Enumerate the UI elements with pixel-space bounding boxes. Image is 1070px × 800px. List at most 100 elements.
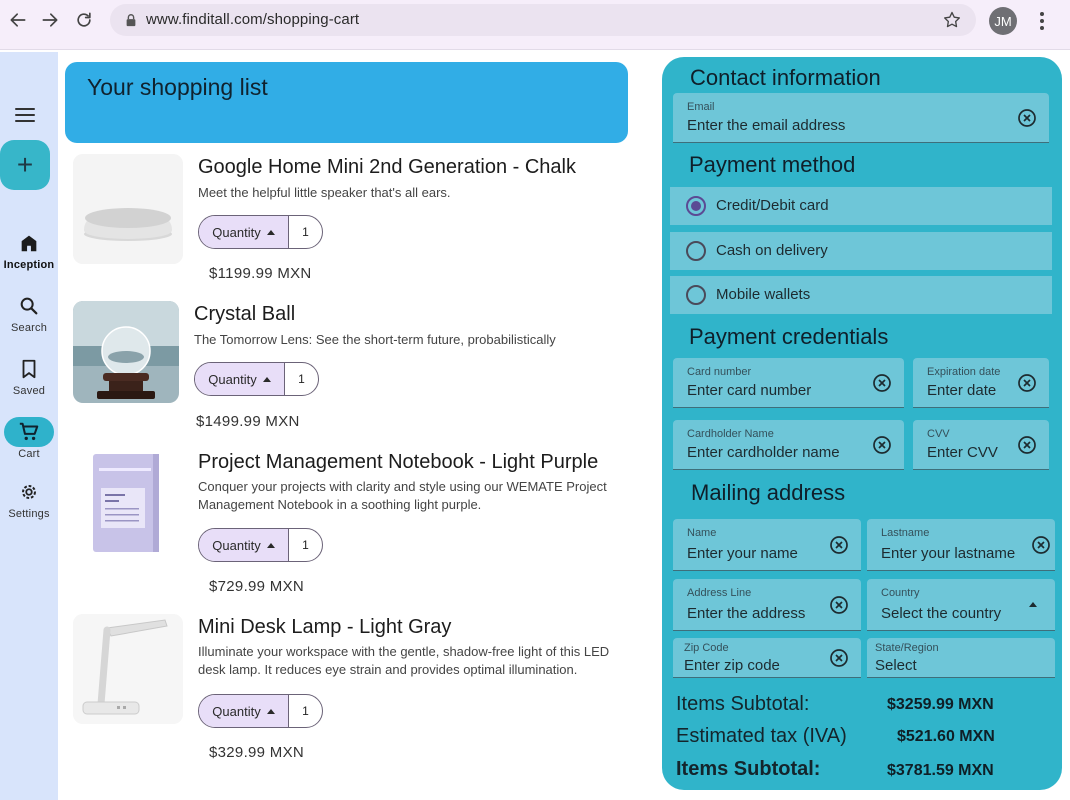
product-description: The Tomorrow Lens: See the short-term fu… (194, 332, 556, 347)
estimated-tax-value: $521.60 MXN (897, 728, 995, 745)
quantity-label: Quantity (208, 371, 257, 387)
country-label: Country (881, 587, 920, 599)
cardholder-name-label: Cardholder Name (687, 428, 774, 440)
card-number-placeholder: Enter card number (687, 382, 812, 399)
cvv-label: CVV (927, 428, 950, 440)
product-description: Illuminate your workspace with the gentl… (198, 644, 610, 677)
cardholder-name-field[interactable]: Cardholder Name Enter cardholder name (673, 420, 904, 470)
quantity-dropdown-button[interactable]: Quantity (195, 363, 285, 395)
card-number-label: Card number (687, 366, 752, 378)
clear-icon[interactable] (829, 648, 849, 668)
add-fab-button[interactable]: + (0, 140, 50, 190)
gear-icon (4, 477, 54, 507)
contact-information-title: Contact information (690, 65, 881, 90)
product-name[interactable]: Mini Desk Lamp - Light Gray (198, 616, 451, 639)
product-image-notebook[interactable] (73, 448, 183, 558)
items-subtotal-value: $3259.99 MXN (887, 696, 994, 713)
page-title: Your shopping list (87, 74, 268, 100)
menu-icon[interactable] (15, 108, 35, 122)
radio-button[interactable] (686, 196, 706, 216)
clear-icon[interactable] (829, 535, 849, 555)
product-name[interactable]: Google Home Mini 2nd Generation - Chalk (198, 156, 576, 179)
email-placeholder: Enter the email address (687, 117, 846, 134)
cvv-placeholder: Enter CVV (927, 444, 998, 461)
rail-item-inception[interactable]: Inception (0, 228, 58, 271)
rail-item-saved[interactable]: Saved (0, 354, 58, 397)
address-bar[interactable]: www.finditall.com/shopping-cart (110, 4, 976, 36)
lastname-field[interactable]: Lastname Enter your lastname (867, 519, 1055, 571)
card-number-field[interactable]: Card number Enter card number (673, 358, 904, 408)
rail-item-label: Cart (18, 448, 40, 460)
zip-code-field[interactable]: Zip Code Enter zip code (673, 638, 861, 678)
quantity-stepper[interactable]: Quantity 1 (198, 694, 323, 728)
lastname-label: Lastname (881, 527, 930, 539)
reload-icon[interactable] (72, 8, 96, 32)
name-label: Name (687, 527, 717, 539)
quantity-value[interactable]: 1 (289, 216, 322, 248)
quantity-dropdown-button[interactable]: Quantity (199, 529, 289, 561)
plus-icon: + (16, 149, 34, 180)
product-name[interactable]: Crystal Ball (194, 303, 295, 326)
email-field[interactable]: Email Enter the email address (673, 93, 1049, 143)
clear-icon[interactable] (1031, 535, 1051, 555)
quantity-dropdown-button[interactable]: Quantity (199, 695, 289, 727)
radio-mobile-wallets[interactable]: Mobile wallets (670, 276, 1052, 314)
avatar[interactable]: JM (989, 7, 1017, 35)
arrow-back-icon[interactable] (6, 8, 30, 32)
arrow-up-icon[interactable] (1029, 601, 1037, 607)
quantity-value[interactable]: 1 (289, 695, 322, 727)
bookmark-icon (4, 354, 54, 384)
payment-credentials-title: Payment credentials (689, 324, 889, 349)
more-vert-icon[interactable] (1034, 9, 1050, 33)
radio-cash-on-delivery[interactable]: Cash on delivery (670, 232, 1052, 270)
name-field[interactable]: Name Enter your name (673, 519, 861, 571)
rail-item-label: Saved (12, 385, 46, 397)
rail-item-label: Inception (3, 259, 55, 271)
clear-icon[interactable] (872, 373, 892, 393)
state-region-label: State/Region (875, 642, 939, 654)
cvv-field[interactable]: CVV Enter CVV (913, 420, 1049, 470)
star-icon[interactable] (942, 10, 962, 30)
address-line-field[interactable]: Address Line Enter the address (673, 579, 861, 631)
quantity-stepper[interactable]: Quantity 1 (194, 362, 319, 396)
total-value: $3781.59 MXN (887, 762, 994, 779)
clear-icon[interactable] (829, 595, 849, 615)
name-placeholder: Enter your name (687, 545, 798, 562)
quantity-stepper[interactable]: Quantity 1 (198, 215, 323, 249)
product-image-google-home-mini[interactable] (73, 154, 183, 264)
expiration-date-field[interactable]: Expiration date Enter date (913, 358, 1049, 408)
lock-icon (126, 14, 136, 27)
country-placeholder: Select the country (881, 605, 1002, 622)
product-image-desk-lamp[interactable] (73, 614, 183, 724)
radio-button[interactable] (686, 285, 706, 305)
clear-icon[interactable] (1017, 108, 1037, 128)
quantity-dropdown-button[interactable]: Quantity (199, 216, 289, 248)
clear-icon[interactable] (1017, 373, 1037, 393)
state-region-select[interactable]: State/Region Select (867, 638, 1055, 678)
items-subtotal-label: Items Subtotal: (676, 693, 810, 715)
rail-item-settings[interactable]: Settings (0, 477, 58, 520)
product-image-crystal-ball[interactable] (73, 301, 179, 403)
clear-icon[interactable] (872, 435, 892, 455)
quantity-value[interactable]: 1 (285, 363, 318, 395)
navigation-rail: + Inception Search Saved Cart Settings (0, 52, 58, 800)
radio-credit-debit-card[interactable]: Credit/Debit card (670, 187, 1052, 225)
rail-item-search[interactable]: Search (0, 291, 58, 334)
product-name[interactable]: Project Management Notebook - Light Purp… (198, 451, 598, 474)
search-icon (4, 291, 54, 321)
arrow-forward-icon[interactable] (38, 8, 62, 32)
quantity-label: Quantity (212, 703, 261, 719)
cart-icon (4, 417, 54, 447)
address-line-placeholder: Enter the address (687, 605, 806, 622)
mailing-address-title: Mailing address (691, 480, 846, 505)
rail-item-label: Search (10, 322, 48, 334)
radio-button[interactable] (686, 241, 706, 261)
zip-code-placeholder: Enter zip code (684, 657, 780, 674)
country-select[interactable]: Country Select the country (867, 579, 1055, 631)
quantity-value[interactable]: 1 (289, 529, 322, 561)
quantity-stepper[interactable]: Quantity 1 (198, 528, 323, 562)
rail-item-cart[interactable]: Cart (0, 417, 58, 460)
shopping-list-header: Your shopping list (65, 62, 628, 143)
lastname-placeholder: Enter your lastname (881, 545, 1016, 562)
clear-icon[interactable] (1017, 435, 1037, 455)
